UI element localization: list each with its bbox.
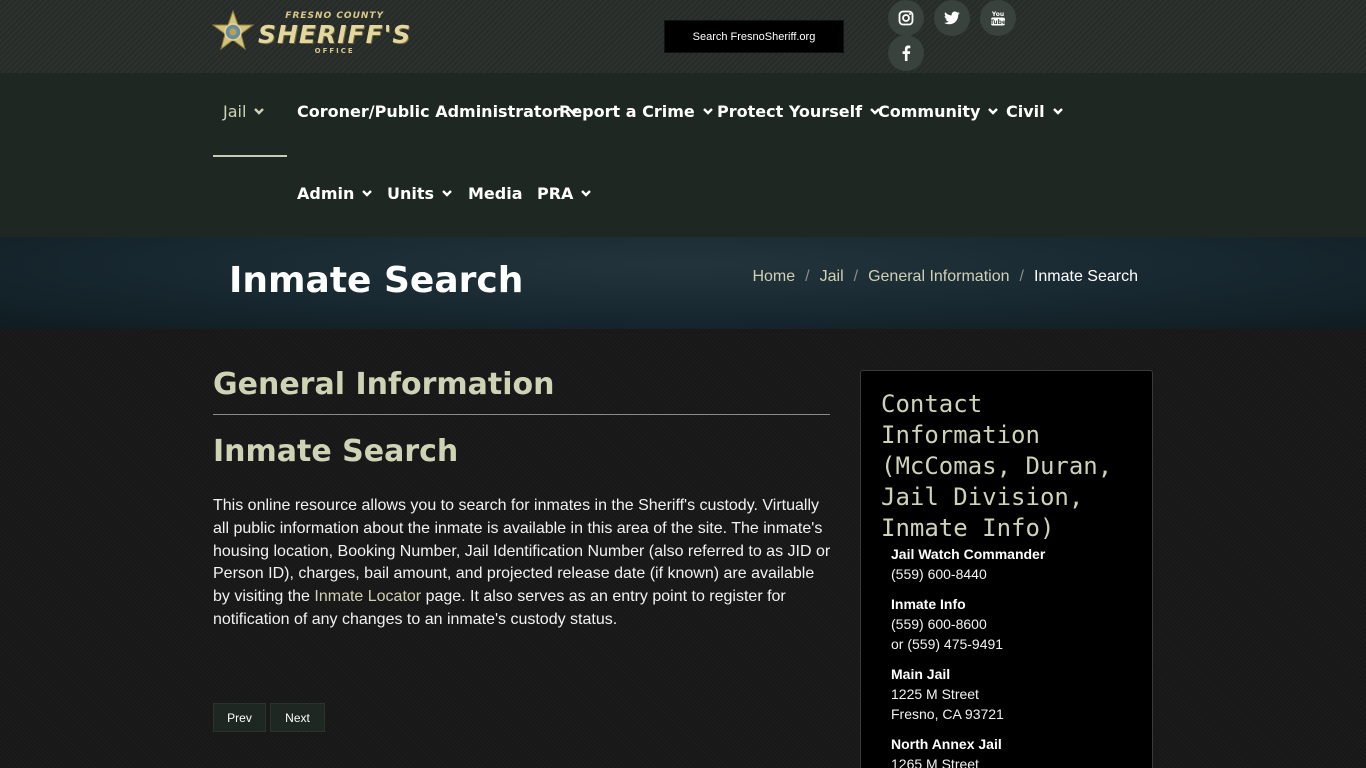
breadcrumb-home[interactable]: Home — [752, 268, 795, 286]
page-banner — [0, 237, 1366, 329]
sheriff-logo[interactable]: FRESNO COUNTY SHERIFF'S OFFICE — [211, 8, 428, 58]
chevron-down-icon — [442, 190, 452, 197]
contact-block: North Annex Jail 1265 M Street — [891, 734, 1002, 768]
nav-units[interactable]: Units — [387, 181, 453, 205]
logo-line-3: OFFICE — [314, 46, 355, 55]
nav-label: Civil — [1006, 101, 1045, 121]
nav-coroner[interactable]: Coroner/Public Administrator — [297, 99, 579, 123]
youtube-icon[interactable]: You Tube — [980, 0, 1016, 36]
chevron-down-icon — [988, 108, 999, 115]
top-bar: FRESNO COUNTY SHERIFF'S OFFICE Search Fr… — [0, 0, 1366, 73]
content-heading: Inmate Search — [213, 434, 459, 469]
sidebar-title: Contact Information (McComas, Duran, Jai… — [881, 390, 1113, 542]
site-search-button[interactable]: Search FresnoSheriff.org — [664, 20, 844, 53]
nav-admin[interactable]: Admin — [297, 181, 373, 205]
nav-label: PRA — [537, 183, 574, 203]
svg-text:Tube: Tube — [990, 19, 1006, 26]
logo-line-2: SHERIFF'S — [258, 19, 412, 49]
nav-label: Protect Yourself — [717, 101, 863, 121]
nav-label: Admin — [297, 183, 355, 203]
instagram-icon[interactable] — [888, 0, 924, 36]
chevron-down-icon — [254, 108, 265, 115]
nav-label: Report a Crime — [559, 101, 695, 121]
contact-address: 1265 M Street — [891, 756, 979, 768]
breadcrumb-jail[interactable]: Jail — [820, 268, 844, 286]
twitter-icon[interactable] — [934, 0, 970, 36]
nav-media[interactable]: Media — [468, 181, 523, 205]
contact-label: Jail Watch Commander — [891, 546, 1046, 562]
nav-pra[interactable]: PRA — [537, 181, 592, 205]
next-button[interactable]: Next — [270, 703, 325, 732]
section-heading: General Information — [213, 367, 555, 402]
contact-address: 1225 M Street — [891, 686, 979, 702]
chevron-down-icon — [362, 190, 373, 197]
chevron-down-icon — [1052, 108, 1063, 115]
contact-label: Inmate Info — [891, 596, 966, 612]
breadcrumb-separator: / — [805, 268, 810, 285]
nav-report-crime[interactable]: Report a Crime — [559, 99, 714, 123]
contact-label: Main Jail — [891, 666, 951, 682]
active-nav-indicator — [213, 155, 287, 157]
breadcrumb-general-information[interactable]: General Information — [868, 268, 1009, 286]
nav-community[interactable]: Community — [878, 99, 999, 123]
chevron-down-icon — [702, 108, 713, 115]
breadcrumb-separator: / — [853, 268, 859, 285]
contact-phone[interactable]: (559) 600-8440 — [891, 564, 1045, 584]
chevron-down-icon — [581, 190, 592, 197]
nav-label: Community — [878, 101, 981, 121]
nav-label: Coroner/Public Administrator — [297, 101, 561, 121]
nav-civil[interactable]: Civil — [1006, 99, 1064, 123]
divider — [213, 414, 830, 415]
nav-label: Media — [468, 183, 523, 203]
intro-paragraph: This online resource allows you to searc… — [213, 495, 833, 632]
nav-label: Units — [387, 183, 435, 203]
nav-jail[interactable]: Jail — [223, 99, 265, 123]
nav-protect-yourself[interactable]: Protect Yourself — [717, 99, 881, 123]
contact-label: North Annex Jail — [891, 736, 1002, 752]
contact-phone-alt[interactable]: or (559) 475-9491 — [891, 634, 1003, 654]
prev-button[interactable]: Prev — [213, 703, 266, 732]
badge-star-icon — [211, 9, 255, 56]
nav-label: Jail — [223, 101, 247, 121]
contact-city: Fresno, CA 93721 — [891, 706, 1004, 722]
breadcrumb: Home / Jail / General Information / Inma… — [752, 268, 1138, 286]
breadcrumb-separator: / — [1019, 268, 1024, 285]
contact-block: Inmate Info (559) 600-8600 or (559) 475-… — [891, 594, 1003, 654]
main-nav — [0, 73, 1366, 237]
contact-block: Main Jail 1225 M Street Fresno, CA 93721 — [891, 664, 1004, 724]
facebook-icon[interactable] — [888, 35, 924, 71]
svg-text:You: You — [991, 11, 1004, 18]
inmate-locator-link[interactable]: Inmate Locator — [314, 588, 421, 605]
page-title: Inmate Search — [229, 260, 524, 301]
breadcrumb-current: Inmate Search — [1033, 268, 1138, 285]
contact-phone[interactable]: (559) 600-8600 — [891, 614, 1003, 634]
contact-block: Jail Watch Commander (559) 600-8440 — [891, 544, 1045, 584]
